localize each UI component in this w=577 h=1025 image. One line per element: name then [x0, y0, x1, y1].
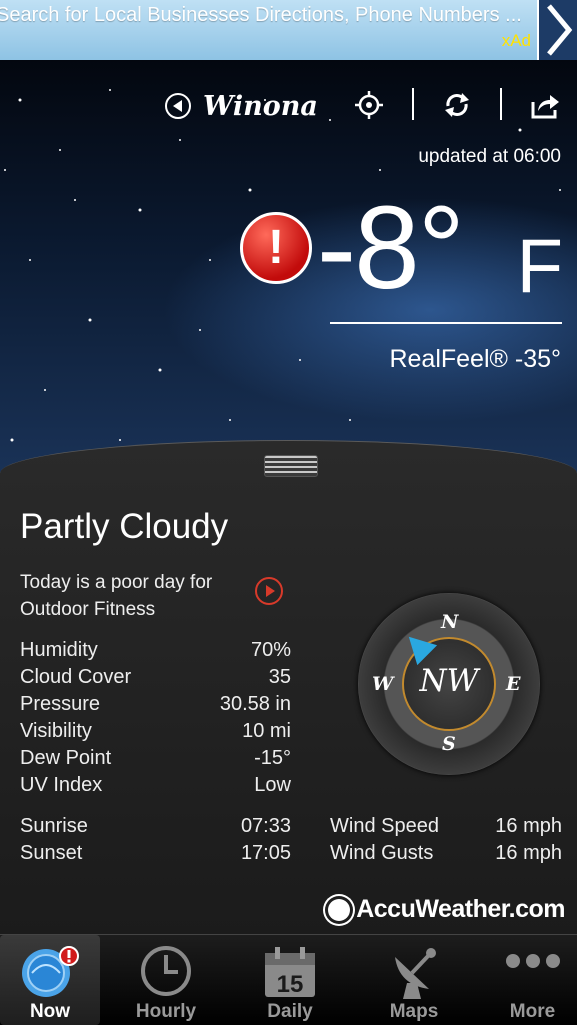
stat-value: 16 mph	[495, 842, 562, 864]
ad-text[interactable]: Search for Local Businesses Directions, …	[0, 4, 526, 27]
compass-south: S	[442, 733, 456, 755]
calendar-day: 15	[277, 971, 304, 998]
tab-label: Hourly	[135, 1001, 197, 1022]
stat-value: 35	[268, 666, 291, 688]
location-back-icon[interactable]	[165, 93, 191, 119]
tab-now[interactable]: Now	[0, 935, 100, 1025]
tab-bar: Now Hourly 15 Daily Maps More	[0, 934, 577, 1025]
toolbar-divider	[500, 88, 502, 120]
tab-label: More	[509, 1001, 556, 1022]
wind-info: Wind Speed 16 mph Wind Gusts 16 mph	[330, 813, 562, 867]
play-video-icon[interactable]	[255, 577, 283, 605]
location-name[interactable]: Winona	[203, 91, 318, 122]
accuweather-logo[interactable]: AccuWeather.com	[328, 895, 565, 924]
panel-drag-handle[interactable]	[264, 455, 318, 477]
calendar-icon: 15	[261, 943, 319, 1006]
temperature-divider	[330, 322, 562, 324]
wind-direction: NW	[419, 663, 479, 699]
accuweather-sun-icon	[328, 898, 351, 921]
temperature-unit: F	[516, 224, 563, 309]
wind-compass: N S E W NW	[358, 593, 540, 775]
brand-text: AccuWeather.com	[356, 895, 565, 923]
fitness-line-1: Today is a poor day for	[20, 572, 213, 593]
tab-label: Now	[29, 1001, 71, 1022]
tab-maps[interactable]: Maps	[364, 935, 464, 1025]
stat-value: 30.58 in	[219, 693, 291, 715]
more-dots-icon	[503, 951, 563, 976]
stat-label: Dew Point	[20, 747, 112, 769]
weather-alert-icon[interactable]: !	[240, 212, 312, 284]
ad-brand: xAd	[501, 31, 531, 50]
stat-value: 10 mi	[242, 720, 291, 742]
satellite-dish-icon	[385, 943, 443, 1006]
wind-speed-row: Wind Speed 16 mph	[330, 813, 562, 840]
stat-row-humidity: Humidity 70%	[20, 637, 291, 664]
stat-value: Low	[254, 774, 291, 796]
stat-value: 16 mph	[495, 815, 562, 837]
tab-daily[interactable]: 15 Daily	[240, 935, 340, 1025]
stat-label: Wind Speed	[330, 815, 439, 837]
tab-hourly[interactable]: Hourly	[116, 935, 216, 1025]
tab-label: Maps	[389, 1001, 439, 1022]
stat-label: Pressure	[20, 693, 101, 715]
stat-row-pressure: Pressure 30.58 in	[20, 691, 291, 718]
stat-label: UV Index	[20, 774, 103, 796]
stat-row-dew-point: Dew Point -15°	[20, 745, 291, 772]
current-temperature: -8°	[316, 182, 465, 314]
stat-label: Sunset	[20, 842, 83, 864]
stat-row-cloud-cover: Cloud Cover 35	[20, 664, 291, 691]
stats-list: Humidity 70% Cloud Cover 35 Pressure 30.58 …	[20, 637, 291, 799]
stat-value: 70%	[250, 639, 291, 661]
tab-label: Daily	[267, 1001, 313, 1022]
condition-text: Partly Cloudy	[20, 507, 229, 546]
compass-north: N	[441, 611, 459, 633]
stat-label: Cloud Cover	[20, 666, 132, 688]
stat-value: -15°	[254, 747, 291, 769]
locate-crosshair-icon[interactable]	[354, 90, 384, 120]
stat-value: 17:05	[240, 842, 291, 864]
stat-label: Wind Gusts	[330, 842, 434, 864]
location-selector[interactable]: Winona	[165, 90, 318, 122]
ad-next-arrow-icon[interactable]	[537, 0, 577, 60]
details-panel: Partly Cloudy Today is a poor day for Ou…	[0, 440, 577, 936]
toolbar-divider	[412, 88, 414, 120]
tab-more[interactable]: More	[488, 935, 577, 1025]
wind-gusts-row: Wind Gusts 16 mph	[330, 840, 562, 867]
stat-label: Humidity	[20, 639, 98, 661]
share-icon[interactable]	[530, 90, 560, 120]
ad-banner[interactable]: Search for Local Businesses Directions, …	[0, 0, 577, 60]
clock-icon	[138, 943, 194, 1004]
stat-row-uv-index: UV Index Low	[20, 772, 291, 799]
fitness-line-2: Outdoor Fitness	[20, 599, 156, 620]
stat-label: Sunrise	[20, 815, 88, 837]
stat-label: Visibility	[20, 720, 92, 742]
fitness-forecast: Today is a poor day for Outdoor Fitness	[20, 569, 240, 623]
stat-value: 07:33	[240, 815, 291, 837]
updated-time: updated at 06:00	[418, 146, 561, 167]
sunrise-row: Sunrise 07:33	[20, 813, 291, 840]
sky-background: Winona updated at 06:00 ! -8° F RealFeel…	[0, 60, 577, 480]
sunset-row: Sunset 17:05	[20, 840, 291, 867]
now-globe-icon	[20, 943, 80, 1008]
realfeel-temperature: RealFeel® -35°	[389, 345, 561, 373]
refresh-icon[interactable]	[442, 90, 472, 120]
stat-row-visibility: Visibility 10 mi	[20, 718, 291, 745]
sun-times: Sunrise 07:33 Sunset 17:05	[20, 813, 291, 867]
